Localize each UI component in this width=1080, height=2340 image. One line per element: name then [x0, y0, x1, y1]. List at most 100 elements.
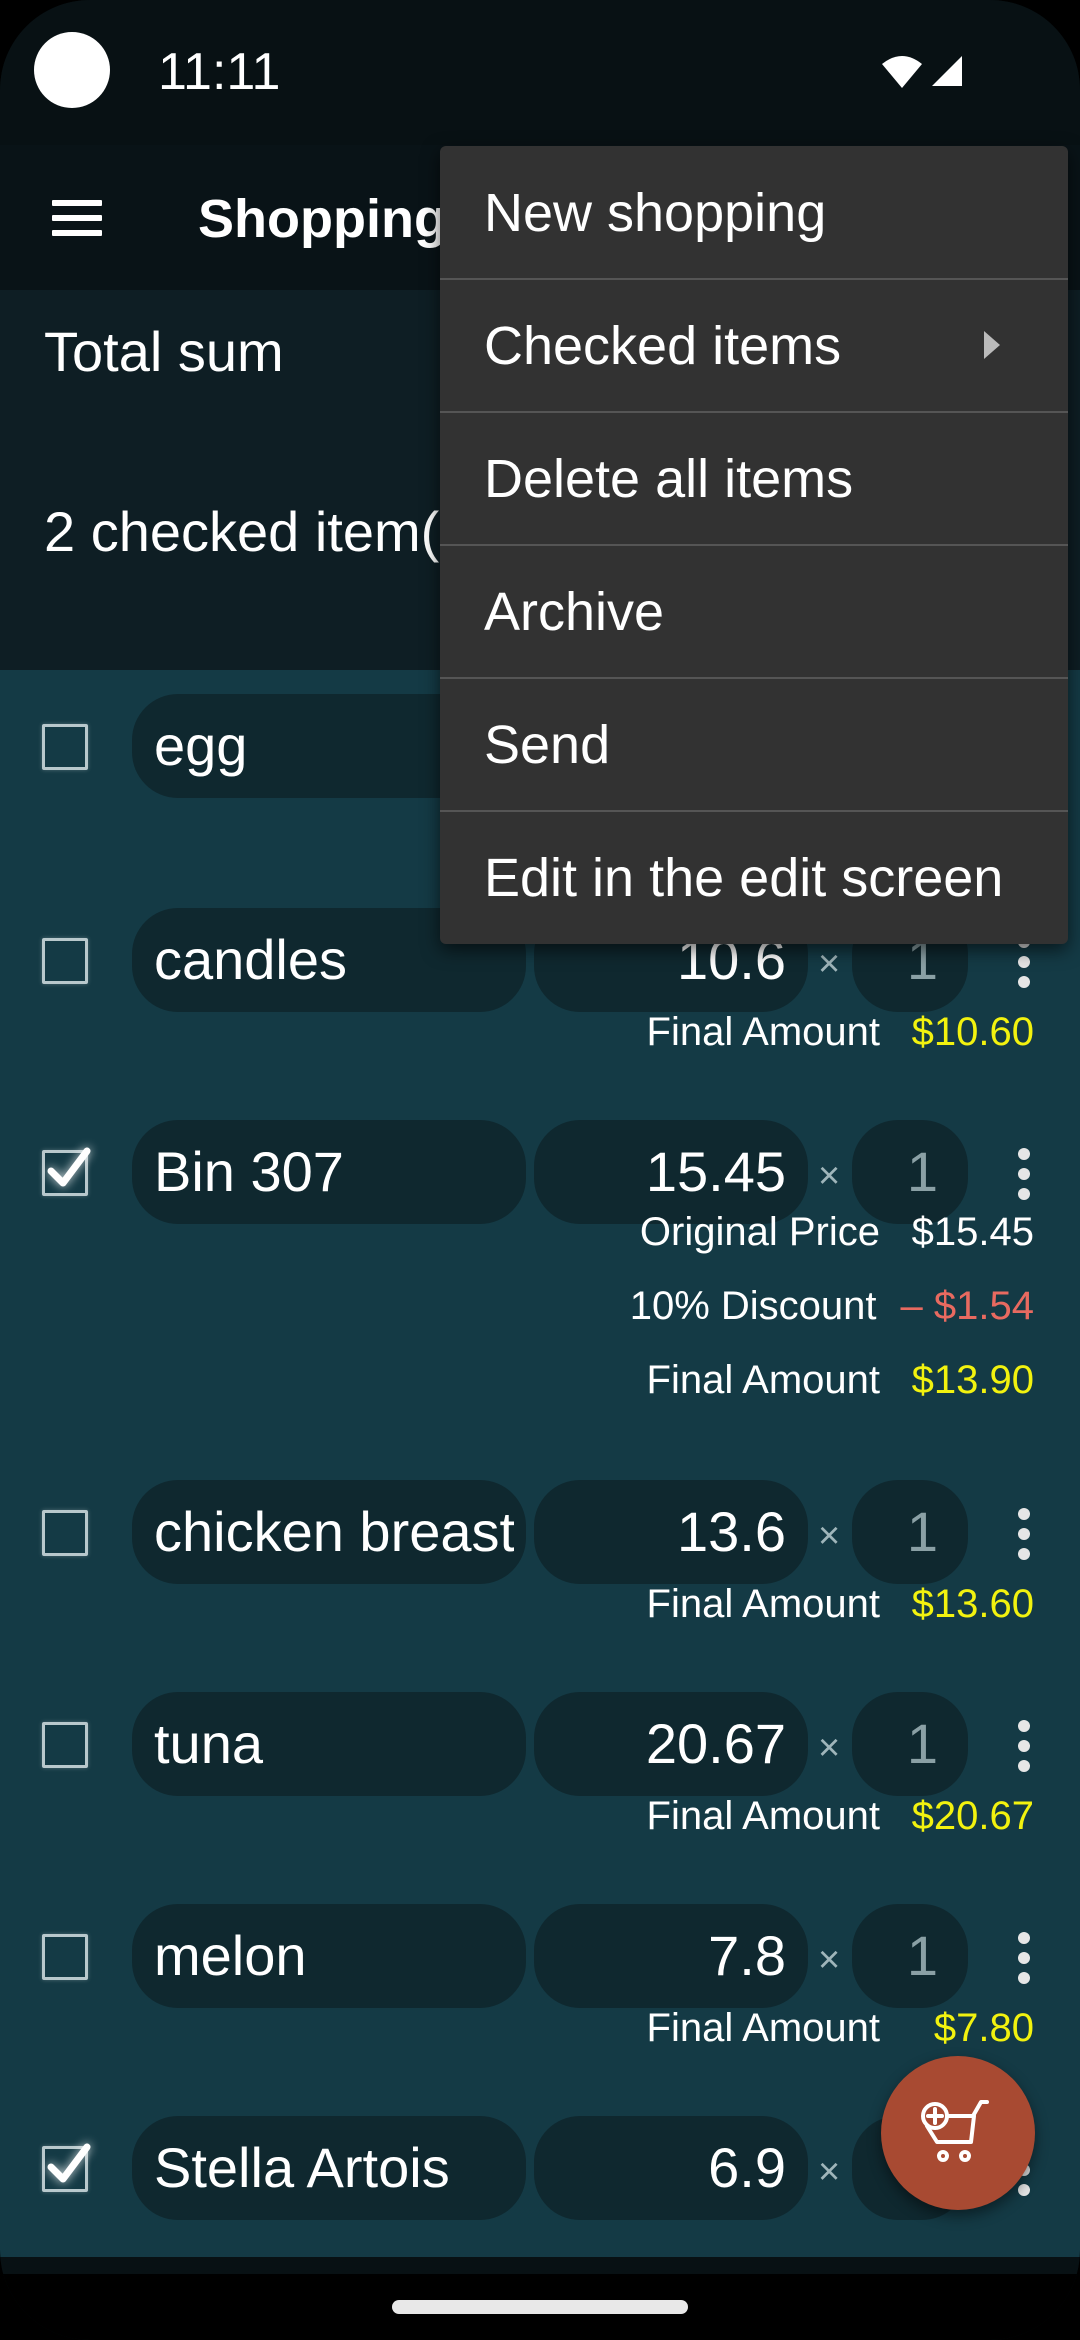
navigation-bar	[0, 2274, 1080, 2340]
item-quantity-field[interactable]: 1	[852, 1480, 968, 1584]
checkbox-unchecked[interactable]	[42, 938, 88, 984]
detail-label: Final Amount	[646, 1358, 880, 1402]
list-item: melon 7.8 × 1 Final Amount $7.80	[0, 1904, 1080, 2050]
menu-item-label: Send	[484, 715, 611, 775]
submenu-arrow-icon	[984, 331, 1000, 359]
item-more-options-icon[interactable]	[1012, 1148, 1036, 1200]
detail-label: Final Amount	[646, 1794, 880, 1838]
item-name-field[interactable]: tuna	[132, 1692, 526, 1796]
overflow-menu: New shopping Checked items Delete all item…	[440, 146, 1068, 944]
multiply-sign: ×	[818, 2151, 841, 2193]
detail-label: Final Amount	[646, 1010, 880, 1054]
price-detail-line: Final Amount $10.60	[647, 1008, 1034, 1056]
multiply-sign: ×	[818, 1155, 841, 1197]
item-price-field[interactable]: 7.8	[534, 1904, 808, 2008]
multiply-sign: ×	[818, 1939, 841, 1981]
menu-item-label: Delete all items	[484, 449, 854, 509]
checkmark-icon	[47, 2143, 91, 2183]
item-quantity-field[interactable]: 1	[852, 1904, 968, 2008]
item-quantity-field[interactable]: 1	[852, 1692, 968, 1796]
checked-items-count: 2 checked item(	[44, 500, 440, 563]
item-more-options-icon[interactable]	[1012, 1720, 1036, 1772]
menu-item-send[interactable]: Send	[440, 678, 1068, 812]
menu-item-label: Archive	[484, 582, 665, 642]
item-more-options-icon[interactable]	[1012, 1932, 1036, 1984]
detail-value: $7.80	[933, 2006, 1034, 2050]
detail-label: Original Price	[639, 1210, 880, 1254]
menu-item-delete-all-items[interactable]: Delete all items	[440, 412, 1068, 546]
bottom-divider	[0, 2257, 1080, 2274]
camera-cutout	[34, 32, 110, 108]
detail-value: $13.90	[911, 1358, 1034, 1402]
multiply-sign: ×	[818, 1727, 841, 1769]
detail-value: $10.60	[911, 1010, 1034, 1054]
item-price: 6.9	[708, 2136, 786, 2199]
hamburger-menu-icon[interactable]	[44, 190, 104, 246]
menu-item-new-shopping[interactable]: New shopping	[440, 146, 1068, 280]
menu-item-edit-in-the-edit-screen[interactable]: Edit in the edit screen	[440, 811, 1068, 943]
home-gesture-handle[interactable]	[392, 2300, 688, 2314]
item-more-options-icon[interactable]	[1012, 1508, 1036, 1560]
menu-item-label: New shopping	[484, 183, 827, 243]
checkbox-unchecked[interactable]	[42, 1934, 88, 1980]
wifi-icon	[882, 56, 922, 88]
menu-item-label: Edit in the edit screen	[484, 848, 1004, 908]
item-price-field[interactable]: 6.9	[534, 2116, 808, 2220]
phone-screen: 11:11 Shopping Total sum 2 checked item(…	[0, 0, 1080, 2340]
detail-label: 10% Discount	[629, 1284, 877, 1328]
price-detail-line: Final Amount $13.90	[647, 1356, 1034, 1404]
app-title: Shopping	[198, 189, 447, 249]
status-time: 11:11	[158, 43, 281, 101]
item-price-field[interactable]: 20.67	[534, 1692, 808, 1796]
item-price: 13.6	[677, 1500, 786, 1563]
signal-icon	[932, 56, 962, 86]
item-name-field[interactable]: Bin 307	[132, 1120, 526, 1224]
item-name-field[interactable]: chicken breast	[132, 1480, 526, 1584]
list-item: tuna 20.67 × 1 Final Amount $20.67	[0, 1692, 1080, 1838]
item-name: Stella Artois	[154, 2136, 450, 2199]
multiply-sign: ×	[818, 1515, 841, 1557]
price-detail-line: Original Price $15.45	[640, 1208, 1034, 1256]
item-price-field[interactable]: 13.6	[534, 1480, 808, 1584]
item-name: chicken breast	[154, 1500, 514, 1563]
checkmark-icon	[47, 1147, 91, 1187]
item-price: 15.45	[645, 1140, 786, 1203]
checkbox-unchecked[interactable]	[42, 1722, 88, 1768]
detail-label: Final Amount	[646, 1582, 880, 1626]
detail-value: – $1.54	[900, 1284, 1034, 1328]
price-detail-line: Final Amount $13.60	[647, 1580, 1034, 1628]
price-detail-line: 10% Discount – $1.54	[630, 1282, 1034, 1330]
item-quantity: 1	[906, 1924, 938, 1987]
status-icons	[880, 52, 980, 94]
price-detail-line: Final Amount $20.67	[647, 1792, 1034, 1840]
list-item: Bin 307 15.45 × 1 Original Price $15.45 10% Di…	[0, 1120, 1080, 1402]
detail-value: $15.45	[911, 1210, 1034, 1254]
menu-item-checked-items[interactable]: Checked items	[440, 279, 1068, 413]
add-to-cart-icon	[921, 2100, 989, 2162]
checkbox-unchecked[interactable]	[42, 724, 88, 770]
status-bar: 11:11	[0, 0, 1080, 145]
item-quantity: 1	[906, 1140, 938, 1203]
item-name: tuna	[154, 1712, 263, 1775]
item-price: 7.8	[708, 1924, 786, 1987]
multiply-sign: ×	[818, 943, 841, 985]
item-name-field[interactable]: melon	[132, 1904, 526, 2008]
add-item-fab[interactable]	[881, 2056, 1035, 2210]
item-quantity: 1	[906, 1500, 938, 1563]
item-price: 20.67	[645, 1712, 786, 1775]
item-name-field[interactable]: Stella Artois	[132, 2116, 526, 2220]
checkbox-unchecked[interactable]	[42, 1510, 88, 1556]
checkbox-checked[interactable]	[42, 2143, 91, 2192]
total-sum-label: Total sum	[44, 320, 284, 383]
menu-item-archive[interactable]: Archive	[440, 545, 1068, 679]
checkbox-checked[interactable]	[42, 1147, 91, 1196]
detail-value: $13.60	[911, 1582, 1034, 1626]
list-item: chicken breast 13.6 × 1 Final Amount $13.60	[0, 1480, 1080, 1626]
item-name: melon	[154, 1924, 307, 1987]
menu-item-label: Checked items	[484, 316, 842, 376]
price-detail-line: Final Amount $7.80	[647, 2004, 1034, 2052]
detail-value: $20.67	[911, 1794, 1034, 1838]
detail-label: Final Amount	[646, 2006, 880, 2050]
item-quantity: 1	[906, 1712, 938, 1775]
item-name: Bin 307	[154, 1140, 344, 1203]
